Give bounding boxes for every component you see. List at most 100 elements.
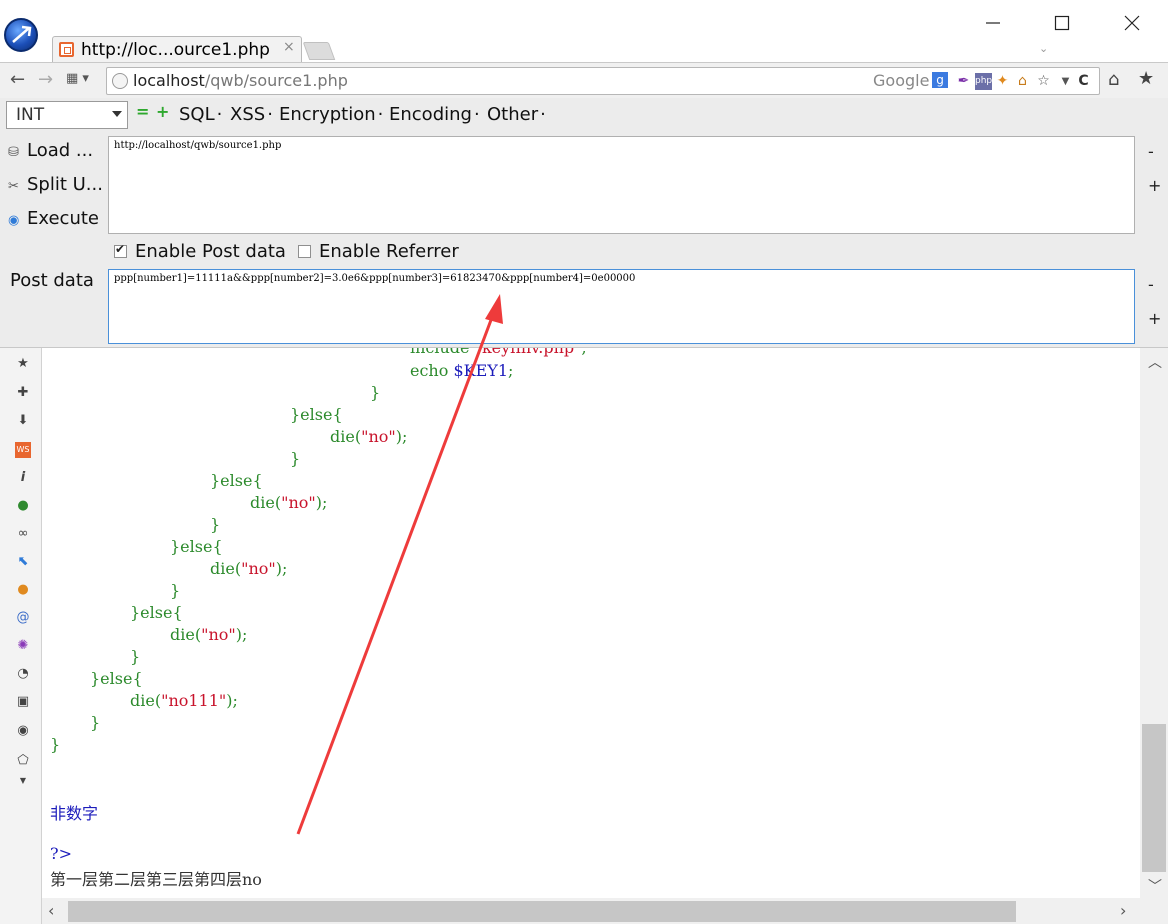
swirl-icon[interactable]: @ [15, 610, 31, 626]
post-area-grow-button[interactable]: + [1148, 309, 1161, 328]
reload-icon[interactable]: C [1075, 73, 1092, 90]
google-search-icon[interactable]: g [932, 72, 948, 88]
scrollbar-corner [1140, 898, 1168, 924]
page-content: ★ ✚ ⬇ WS i ● ∞ ⬉ ● @ ✺ ◔ ▣ ◉ ⬠ ▼ include… [0, 347, 1168, 924]
code-line: }else{ [210, 471, 263, 490]
menu-xss[interactable]: XSS [230, 104, 273, 125]
menu-other[interactable]: Other [487, 104, 546, 125]
play-icon: ◉ [8, 213, 20, 228]
minimize-button[interactable] [973, 8, 1013, 38]
eraser-icon[interactable]: ⬠ [15, 753, 31, 769]
chain-link-icon[interactable]: ∞ [15, 526, 31, 542]
menu-encoding[interactable]: Encoding [389, 104, 480, 125]
layout-icon[interactable]: ▣ [15, 694, 31, 710]
post-area-shrink-button[interactable]: - [1148, 275, 1154, 294]
puzzle-icon[interactable]: ✚ [15, 385, 31, 401]
url-textarea[interactable]: http://localhost/qwb/source1.php [108, 136, 1135, 234]
title-bar: http://loc...ource1.php × ⌄ [0, 0, 1168, 63]
menu-encryption[interactable]: Encryption [279, 104, 383, 125]
maximize-icon [1054, 15, 1070, 31]
scroll-left-chevron-icon[interactable]: ‹ [48, 901, 54, 920]
code-line: }else{ [290, 405, 343, 424]
scroll-down-chevron-icon[interactable]: ﹀ [1148, 876, 1162, 896]
alert-icon[interactable]: ● [15, 582, 31, 598]
enable-referrer-toggle[interactable]: Enable Referrer [298, 241, 459, 262]
navigation-bar: ← → ▦ ▾ localhost/qwb/source1.php Google… [0, 62, 1168, 98]
pointer-icon[interactable]: ⬉ [15, 554, 31, 570]
star-bookmark-icon[interactable]: ☆ [1035, 73, 1052, 90]
close-icon [1124, 15, 1140, 31]
code-line: die("no"); [250, 493, 328, 512]
url-textarea-value: http://localhost/qwb/source1.php [114, 140, 282, 151]
close-window-button[interactable] [1112, 8, 1152, 38]
post-data-textarea[interactable]: ppp[number1]=11111a&&ppp[number2]=3.0e6&… [108, 269, 1135, 344]
url-area-shrink-button[interactable]: - [1148, 142, 1154, 161]
post-data-label: Post data [10, 270, 94, 291]
split-url-button[interactable]: ✂ Split U... [8, 174, 103, 195]
horizontal-scroll-thumb[interactable] [68, 901, 1016, 922]
code-line: } [370, 383, 381, 402]
tab-active[interactable]: http://loc...ource1.php × [52, 36, 302, 63]
star-icon[interactable]: ★ [15, 356, 31, 372]
code-line: } [130, 647, 141, 666]
ws-icon[interactable]: WS [15, 442, 31, 458]
code-line: }else{ [130, 603, 183, 622]
feather-addon-icon[interactable]: ✒ [955, 73, 972, 90]
shield-icon[interactable]: ● [15, 498, 31, 514]
vertical-scroll-thumb[interactable] [1142, 724, 1166, 872]
home-icon[interactable]: ⌂ [1108, 69, 1119, 90]
scissors-icon: ✂ [8, 179, 19, 194]
xampp-favicon-icon [59, 42, 74, 57]
bookmarks-star-icon[interactable]: ★ [1138, 68, 1154, 89]
enable-referrer-checkbox[interactable] [298, 245, 311, 258]
code-line: } [90, 713, 101, 732]
code-line: }else{ [90, 669, 143, 688]
code-line: 非数字 [50, 804, 99, 823]
dropdown-arrow-icon[interactable]: ▼ [1057, 73, 1074, 90]
decrease-icon[interactable]: = [136, 104, 149, 120]
post-data-value: ppp[number1]=11111a&&ppp[number2]=3.0e6&… [114, 273, 636, 284]
code-line: ?> [50, 844, 72, 863]
code-line: } [170, 581, 181, 600]
maximize-button[interactable] [1042, 8, 1082, 38]
globe-icon [112, 73, 128, 89]
info-icon[interactable]: i [15, 470, 31, 486]
execute-button[interactable]: ◉ Execute [8, 208, 99, 229]
menu-sql[interactable]: SQL [179, 104, 222, 125]
encoding-select[interactable]: INT [6, 101, 128, 129]
code-line: echo $KEY1; [410, 361, 514, 380]
tab-list-chevron-icon[interactable]: ⌄ [1039, 42, 1048, 55]
disc-icon[interactable]: ◉ [15, 723, 31, 739]
hackbar-panel: INT = + SQL XSS Encryption Encoding Othe… [0, 98, 1168, 347]
download-arrow-icon[interactable]: ⬇ [15, 413, 31, 429]
load-url-button[interactable]: ⛁ Load ... [8, 140, 93, 161]
grid-menu-icon[interactable]: ▦ ▾ [66, 71, 89, 86]
addon-sidebar: ★ ✚ ⬇ WS i ● ∞ ⬉ ● @ ✺ ◔ ▣ ◉ ⬠ ▼ [0, 348, 42, 924]
back-arrow-icon[interactable]: ← [10, 69, 25, 90]
forward-arrow-icon[interactable]: → [38, 69, 53, 90]
php-addon-icon[interactable]: php [975, 73, 992, 90]
enable-post-toggle[interactable]: Enable Post data [114, 241, 286, 262]
more-arrow-icon[interactable]: ▼ [15, 773, 31, 789]
scroll-right-chevron-icon[interactable]: › [1120, 901, 1126, 920]
code-line: }else{ [170, 537, 223, 556]
search-engine-label[interactable]: Google [873, 71, 929, 90]
tab-title: http://loc...ource1.php [81, 40, 270, 60]
new-tab-button[interactable] [302, 42, 336, 60]
app-logo-icon[interactable] [4, 18, 38, 52]
puzzle-addon-icon[interactable]: ✦ [994, 73, 1011, 90]
increase-icon[interactable]: + [156, 104, 169, 120]
url-bar[interactable]: localhost/qwb/source1.php Google g ✒ php… [106, 67, 1100, 95]
code-line: } [290, 449, 301, 468]
home-addon-icon[interactable]: ⌂ [1014, 73, 1031, 90]
palette-icon[interactable]: ◔ [15, 666, 31, 682]
virus-icon[interactable]: ✺ [15, 638, 31, 654]
horizontal-scrollbar[interactable]: ‹ › [42, 898, 1140, 924]
scroll-up-chevron-icon[interactable]: ︿ [1148, 352, 1162, 372]
tab-close-icon[interactable]: × [283, 39, 295, 55]
vertical-scrollbar[interactable]: ︿ ﹀ [1140, 348, 1168, 898]
url-text[interactable]: localhost/qwb/source1.php [133, 71, 348, 90]
url-area-grow-button[interactable]: + [1148, 176, 1161, 195]
code-line: die("no"); [170, 625, 248, 644]
enable-post-checkbox[interactable] [114, 242, 127, 258]
